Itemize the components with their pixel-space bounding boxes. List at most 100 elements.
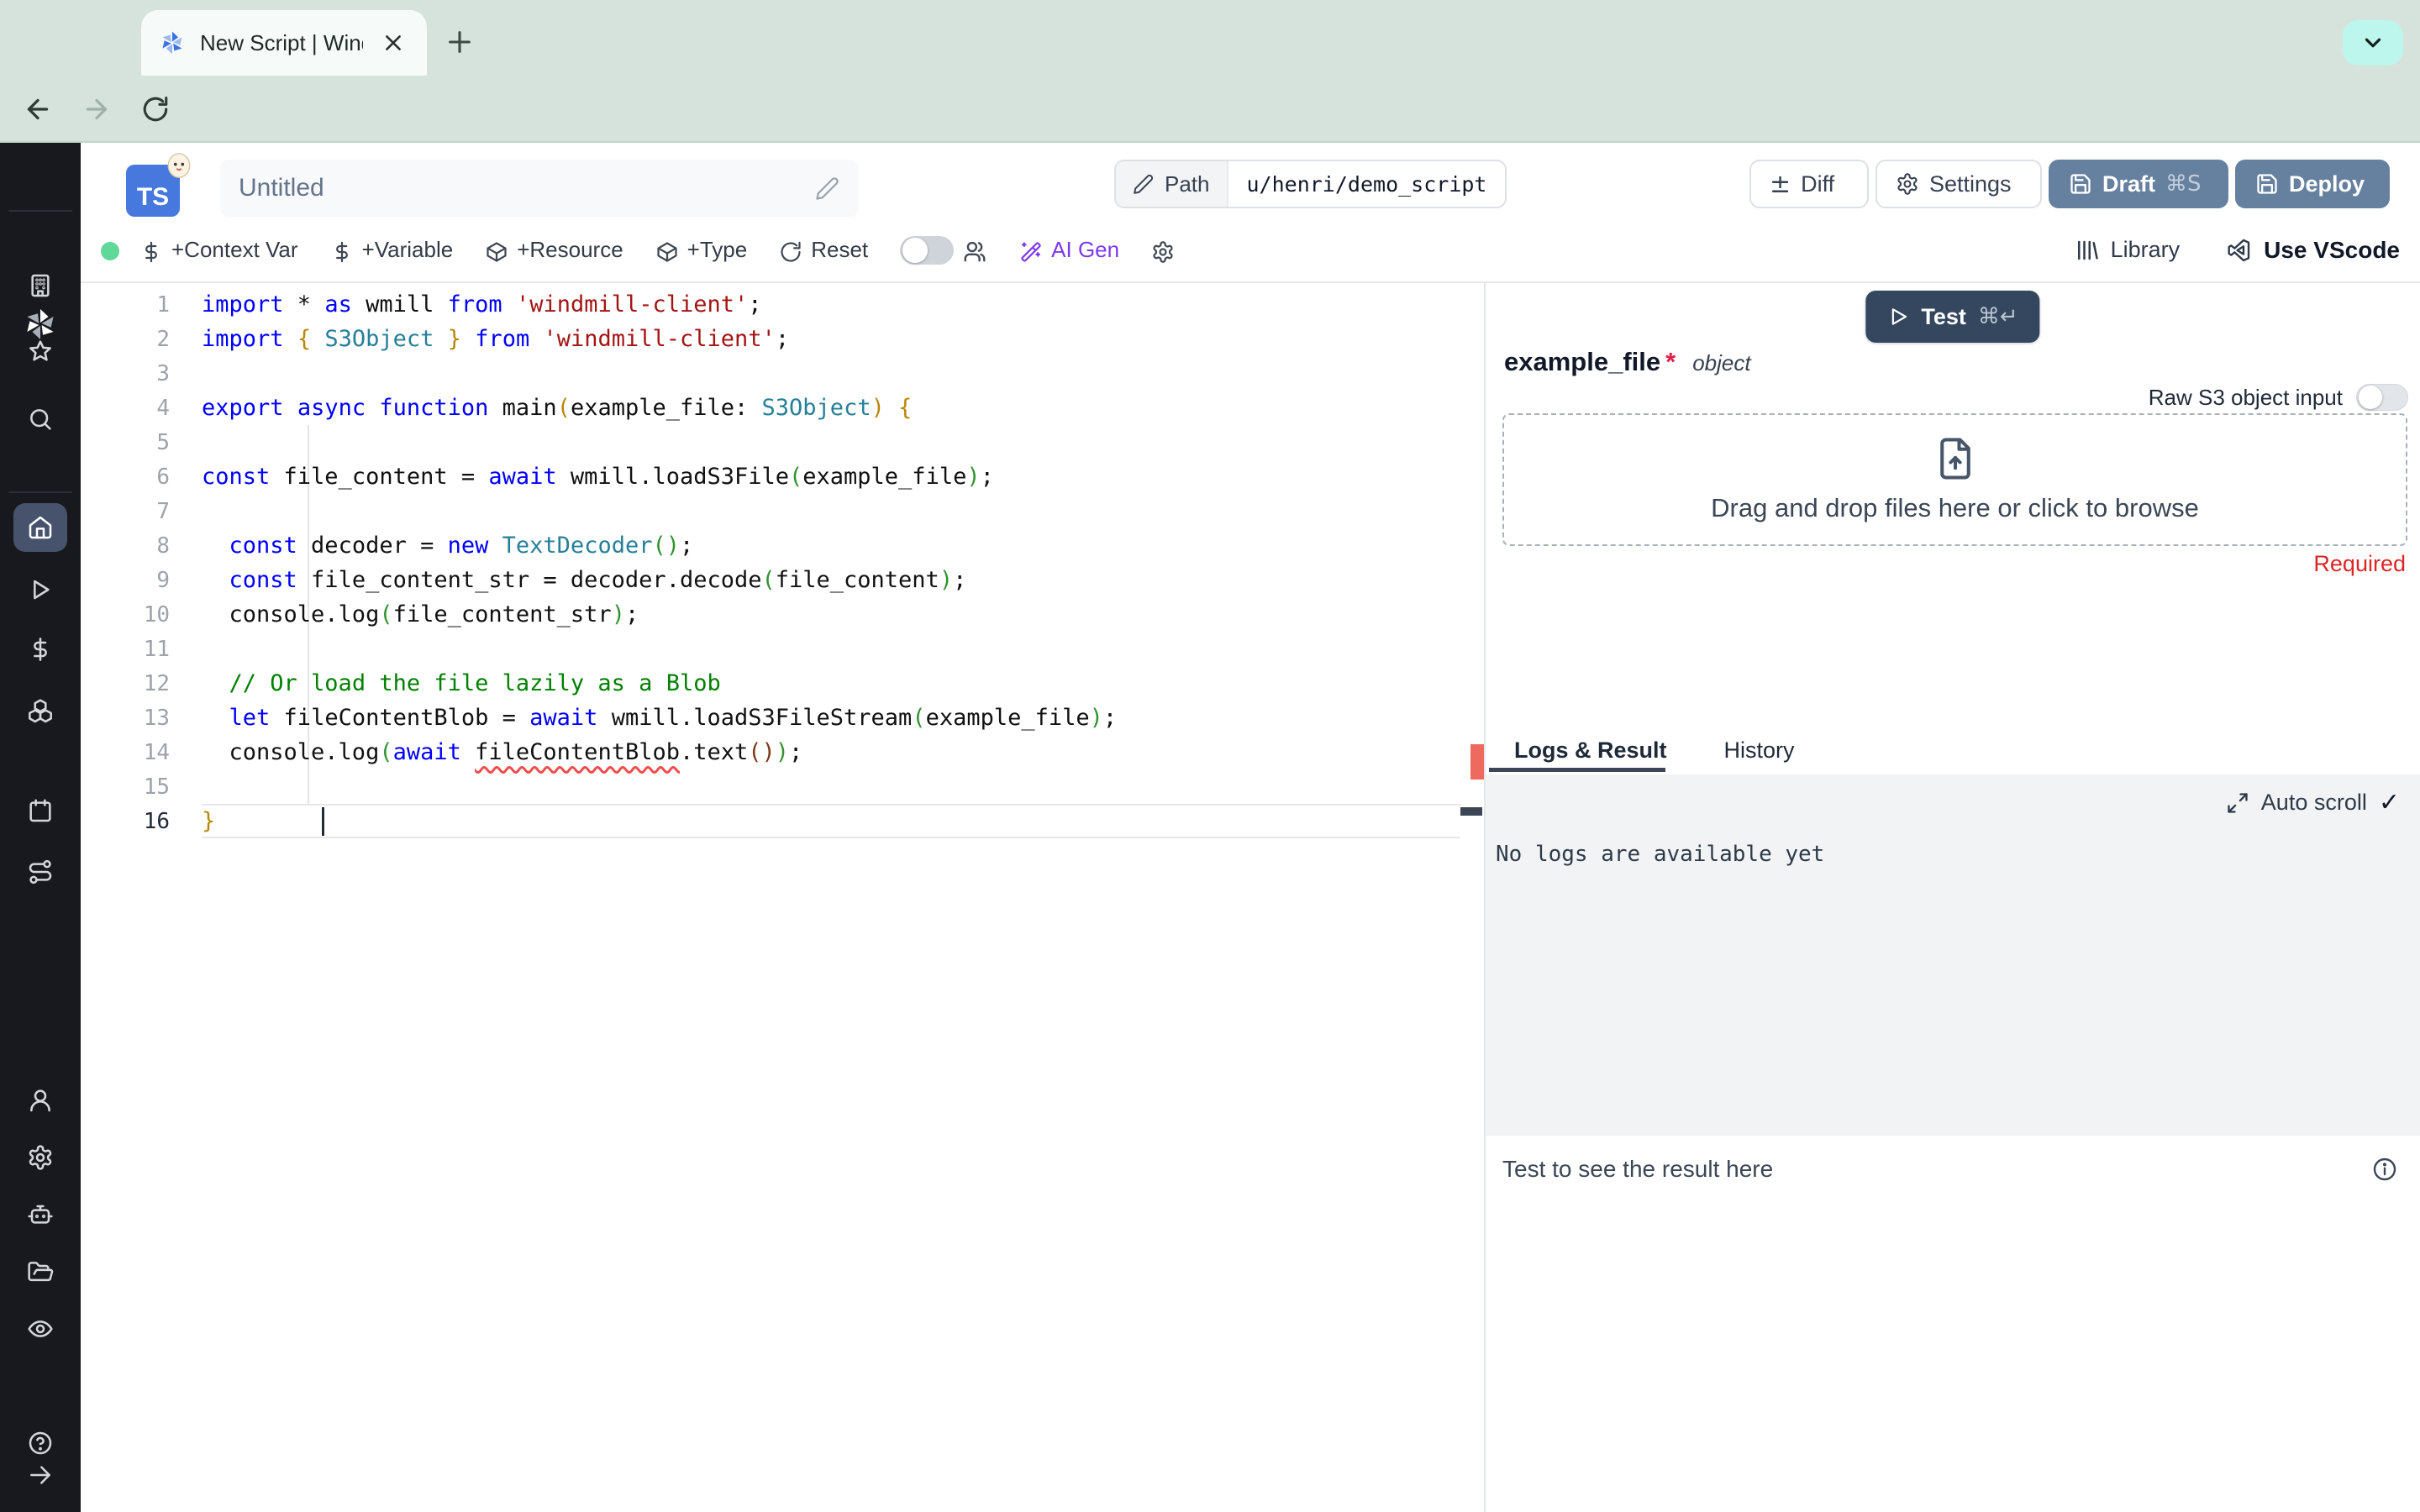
home-icon bbox=[27, 514, 54, 541]
code-line-15[interactable]: 15 bbox=[81, 769, 1482, 804]
windmill-favicon-icon bbox=[158, 29, 187, 57]
sidebar-item-calendar[interactable] bbox=[0, 785, 81, 836]
argument-required-asterisk: * bbox=[1665, 347, 1676, 376]
script-title-field[interactable]: Untitled bbox=[220, 160, 859, 217]
code-line-10[interactable]: 10 console.log(file_content_str); bbox=[81, 597, 1482, 632]
active-tab-underline bbox=[1489, 768, 1665, 772]
line-number: 16 bbox=[143, 808, 170, 834]
search-icon bbox=[27, 406, 54, 433]
sidebar-item-route[interactable] bbox=[0, 847, 81, 897]
vscode-icon bbox=[2225, 237, 2252, 264]
toolbar-button-variable[interactable]: +Variable bbox=[330, 237, 453, 263]
code-line-4[interactable]: 4 export async function main(example_file… bbox=[81, 391, 1482, 425]
settings-label: Settings bbox=[1929, 171, 2012, 197]
users-icon[interactable] bbox=[962, 238, 987, 263]
code-editor[interactable]: 1 import * as wmill from 'windmill-client… bbox=[81, 283, 1484, 1512]
line-number: 2 bbox=[156, 326, 170, 352]
code-text: export async function main(example_file:… bbox=[202, 395, 913, 421]
reload-icon[interactable] bbox=[133, 87, 178, 132]
tab-title: New Script | Windmill bbox=[200, 29, 363, 55]
script-title-value[interactable]: Untitled bbox=[239, 174, 815, 202]
use-vscode-label: Use VScode bbox=[2264, 236, 2400, 263]
diff-button[interactable]: ± Diff bbox=[1749, 160, 1869, 208]
draft-button[interactable]: Draft ⌘S bbox=[2049, 160, 2228, 208]
sidebar-item-arrow-right[interactable] bbox=[0, 1450, 81, 1500]
pencil-icon bbox=[1133, 173, 1155, 195]
test-panel: Test ⌘↵ example_file * object Raw S3 obj… bbox=[1484, 283, 2420, 1512]
code-line-2[interactable]: 2 import { S3Object } from 'windmill-clie… bbox=[81, 322, 1482, 356]
ai-gen-label: AI Gen bbox=[1051, 237, 1120, 262]
raw-s3-toggle[interactable] bbox=[2356, 384, 2408, 411]
browser-url-row: app.windmill.dev/scripts/add#JTdCJTIyaGF… bbox=[0, 76, 2420, 212]
code-text: const file_content_str = decoder.decode(… bbox=[229, 567, 967, 593]
sidebar-item-dollar[interactable] bbox=[0, 624, 81, 675]
toolbar-button-type[interactable]: +Type bbox=[655, 237, 747, 263]
tab-close-icon[interactable] bbox=[376, 26, 410, 60]
deploy-button[interactable]: Deploy bbox=[2235, 160, 2390, 208]
browser-tab[interactable]: New Script | Windmill bbox=[141, 10, 427, 76]
sidebar-item-play[interactable] bbox=[0, 564, 81, 615]
sidebar-item-gear[interactable] bbox=[0, 1132, 81, 1183]
code-line-16[interactable]: 16} bbox=[81, 804, 1482, 838]
tab-history[interactable]: History bbox=[1696, 738, 1823, 764]
path-value[interactable]: u/henri/demo_script bbox=[1228, 161, 1506, 207]
file-dropzone[interactable]: Drag and drop files here or click to bro… bbox=[1502, 413, 2407, 546]
sidebar-item-eye[interactable] bbox=[0, 1304, 81, 1354]
sidebar-item-boxes[interactable] bbox=[0, 686, 81, 737]
code-line-11[interactable]: 11 bbox=[81, 632, 1482, 666]
code-line-12[interactable]: 12 // Or load the file lazily as a Blob bbox=[81, 666, 1482, 701]
forward-icon[interactable] bbox=[74, 87, 119, 132]
edit-title-pencil-icon[interactable] bbox=[815, 176, 840, 201]
toolbar-button-resource[interactable]: +Resource bbox=[485, 237, 623, 263]
ai-gen-button[interactable]: AI Gen bbox=[1019, 237, 1119, 263]
toolbar-button-contextvar[interactable]: +Context Var bbox=[139, 237, 298, 263]
test-button[interactable]: Test ⌘↵ bbox=[1865, 291, 2040, 343]
use-vscode-button[interactable]: Use VScode bbox=[2225, 237, 2400, 264]
code-line-5[interactable]: 5 bbox=[81, 425, 1482, 459]
sidebar-item-user[interactable] bbox=[0, 1075, 81, 1126]
arrow-right-icon bbox=[27, 1462, 54, 1488]
logs-area: Auto scroll ✓ No logs are available yet bbox=[1486, 774, 2420, 1136]
code-line-3[interactable]: 3 bbox=[81, 356, 1482, 391]
new-tab-icon[interactable] bbox=[441, 24, 478, 60]
building-icon bbox=[27, 272, 54, 299]
code-line-13[interactable]: 13 let fileContentBlob = await wmill.loa… bbox=[81, 701, 1482, 735]
path-button-group[interactable]: Path u/henri/demo_script bbox=[1114, 160, 1507, 208]
argument-type: object bbox=[1692, 350, 1751, 375]
toolbar-button-reset[interactable]: Reset bbox=[779, 237, 868, 263]
code-line-9[interactable]: 9 const file_content_str = decoder.decod… bbox=[81, 563, 1482, 597]
star-icon bbox=[27, 339, 54, 365]
code-text: let fileContentBlob = await wmill.loadS3… bbox=[229, 705, 1118, 731]
auto-scroll-control[interactable]: Auto scroll ✓ bbox=[2226, 788, 2400, 817]
sidebar-item-search[interactable] bbox=[0, 394, 81, 444]
sidebar-item-home[interactable] bbox=[0, 502, 81, 553]
editor-settings-gear-icon[interactable] bbox=[1151, 239, 1175, 263]
play-icon bbox=[1887, 306, 1909, 328]
info-icon[interactable] bbox=[2371, 1156, 2398, 1183]
library-button[interactable]: Library bbox=[2074, 237, 2180, 263]
code-line-7[interactable]: 7 bbox=[81, 494, 1482, 528]
browser-tab-strip: New Script | Windmill bbox=[0, 0, 2420, 76]
toolbar-button-label: +Context Var bbox=[171, 237, 298, 262]
path-edit-button[interactable]: Path bbox=[1116, 161, 1228, 207]
multiplayer-toggle[interactable] bbox=[900, 235, 955, 265]
save-icon bbox=[2069, 172, 2092, 196]
test-shortcut: ⌘↵ bbox=[1977, 304, 2018, 329]
overview-ruler-cursor-marker bbox=[1460, 807, 1482, 816]
sidebar-item-star[interactable] bbox=[0, 327, 81, 377]
sidebar-item-robot[interactable] bbox=[0, 1189, 81, 1240]
route-icon bbox=[27, 858, 54, 885]
sidebar-item-building[interactable] bbox=[0, 260, 81, 311]
tab-search-button[interactable] bbox=[2343, 20, 2403, 66]
code-line-6[interactable]: 6 const file_content = await wmill.loadS3… bbox=[81, 459, 1482, 494]
code-text: import * as wmill from 'windmill-client'… bbox=[202, 291, 762, 318]
settings-button[interactable]: Settings bbox=[1876, 160, 2042, 208]
sidebar-item-folder-open[interactable] bbox=[0, 1247, 81, 1297]
back-icon[interactable] bbox=[15, 87, 60, 132]
code-line-8[interactable]: 8 const decoder = new TextDecoder(); bbox=[81, 528, 1482, 563]
check-icon: ✓ bbox=[2378, 788, 2400, 817]
code-line-1[interactable]: 1 import * as wmill from 'windmill-client… bbox=[81, 287, 1482, 322]
save-icon bbox=[2255, 172, 2279, 196]
tab-logs-and-result[interactable]: Logs & Result bbox=[1486, 738, 1696, 764]
code-line-14[interactable]: 14 console.log(await fileContentBlob.tex… bbox=[81, 735, 1482, 769]
